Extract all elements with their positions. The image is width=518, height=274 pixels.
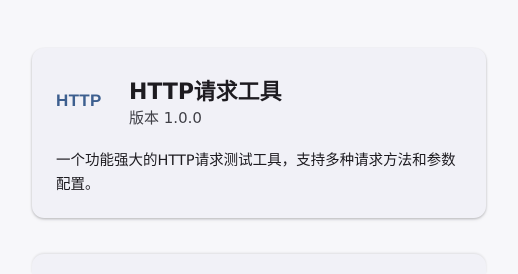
next-card-edge [32,254,486,274]
app-version: 版本 1.0.0 [129,109,202,127]
app-info-card: HTTP HTTP请求工具 版本 1.0.0 一个功能强大的HTTP请求测试工具… [32,48,486,218]
app-description: 一个功能强大的HTTP请求测试工具，支持多种请求方法和参数配置。 [56,153,456,193]
app-logo: HTTP [56,91,102,110]
app-title: HTTP请求工具 [129,80,283,105]
